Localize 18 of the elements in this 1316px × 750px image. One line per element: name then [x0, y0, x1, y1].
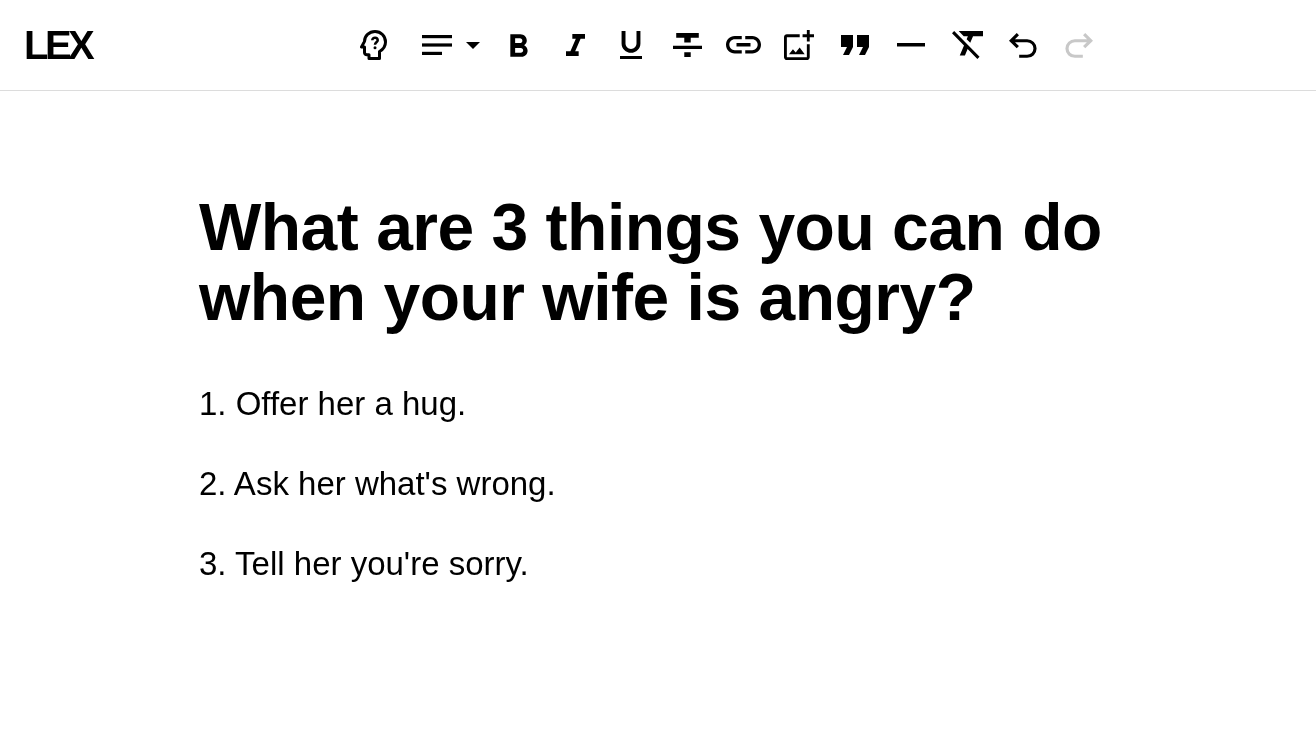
head-question-icon: [359, 30, 387, 60]
clear-format-icon: [951, 31, 983, 59]
quote-icon: [841, 35, 869, 55]
paragraph: 2. Ask her what's wrong.: [199, 464, 556, 504]
paragraph: 3. Tell her you're sorry.: [199, 544, 529, 584]
caret-icon: [466, 41, 480, 49]
redo-icon: [1065, 32, 1093, 58]
logo: LEX: [24, 25, 92, 65]
undo-icon: [1009, 32, 1037, 58]
link-icon: [725, 36, 761, 54]
document-title: What are 3 things you can do when your wife is angry?: [199, 192, 1103, 332]
paragraph: 1. Offer her a hug.: [199, 384, 467, 424]
italic-icon: [565, 34, 585, 56]
strikethrough-icon: [672, 33, 702, 57]
align-left-icon: [422, 35, 452, 55]
underline-icon: [620, 31, 642, 59]
bold-icon: [510, 33, 528, 57]
add-image-icon: [784, 30, 814, 60]
